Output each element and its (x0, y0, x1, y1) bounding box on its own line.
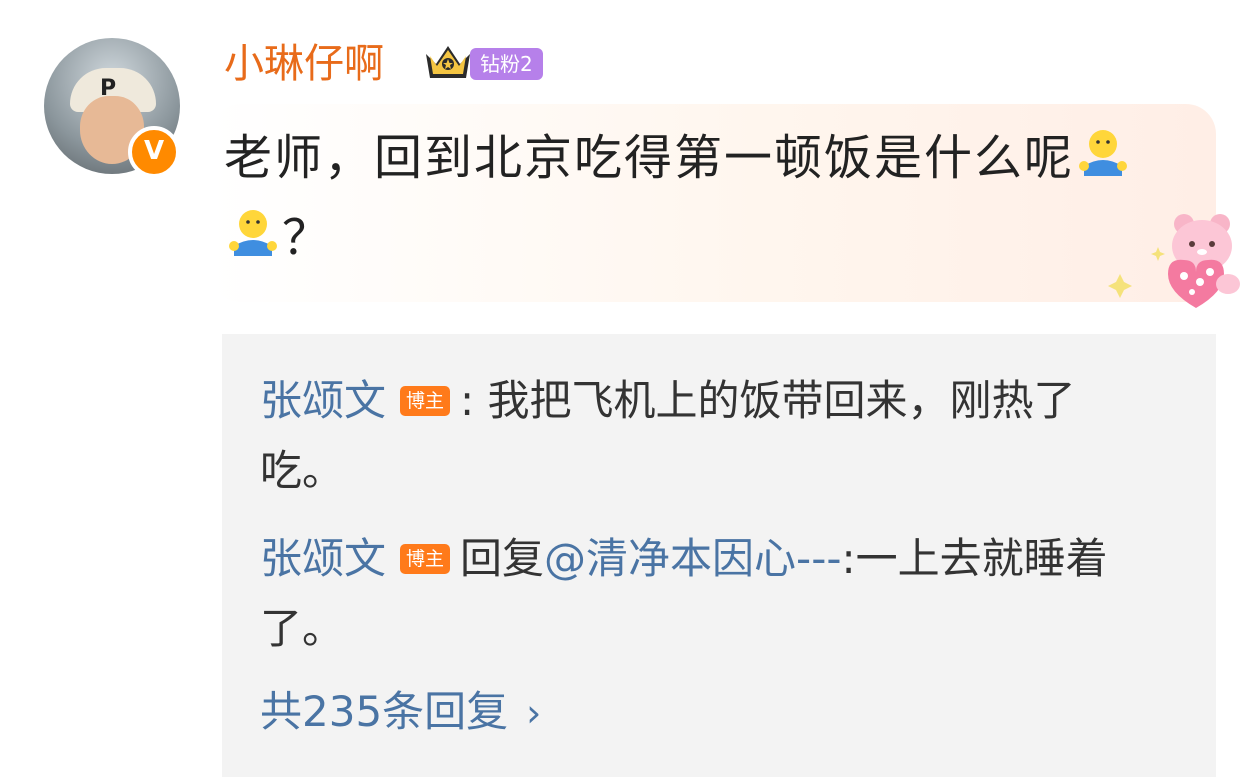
hug-emoji-icon (1079, 130, 1128, 176)
comment-text: 老师，回到北京吃得第一顿饭是什么呢 ？ (224, 118, 1154, 278)
blogger-badge: 博主 (400, 386, 451, 416)
view-more-replies-link[interactable]: 共235条回复 › (260, 682, 541, 743)
reply-mention-link[interactable]: @清净本因心--- (544, 534, 841, 583)
reply-prefix: 回复 (460, 534, 545, 583)
comment-text-end: ？ (282, 210, 333, 266)
reply-author[interactable]: 张颂文 (260, 534, 386, 583)
bear-heart-sticker-icon (1108, 214, 1240, 308)
chevron-right-icon: › (526, 691, 542, 735)
blogger-badge: 博主 (400, 544, 451, 574)
reply-author[interactable]: 张颂文 (260, 376, 386, 425)
comment-text-main: 老师，回到北京吃得第一顿饭是什么呢 (224, 130, 1075, 186)
crown-icon (426, 46, 470, 78)
more-replies-label: 共235条回复 (260, 687, 509, 736)
fan-level-badge: 钻粉2 (470, 48, 543, 80)
verified-icon: V (128, 126, 180, 178)
reply-separator: : (460, 376, 475, 425)
reply-item[interactable]: 张颂文 博主: 我把飞机上的饭带回来，刚热了吃。 (260, 366, 1140, 506)
reply-item[interactable]: 张颂文 博主 回复@清净本因心---:一上去就睡着了。 (260, 524, 1140, 664)
hug-emoji-icon (229, 210, 277, 256)
comment-username[interactable]: 小琳仔啊 (224, 40, 384, 88)
